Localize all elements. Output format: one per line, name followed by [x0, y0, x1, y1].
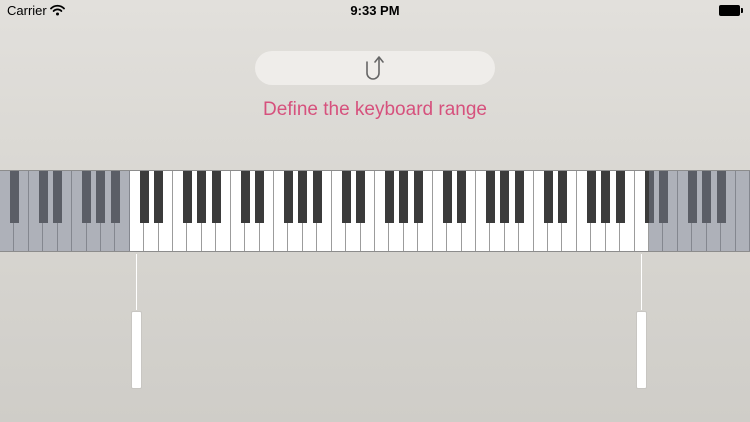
range-start-line: [136, 254, 137, 310]
unselected-range-right: [649, 170, 750, 252]
black-key[interactable]: [586, 170, 596, 223]
black-key[interactable]: [485, 170, 495, 223]
piano-keyboard[interactable]: [0, 170, 750, 252]
undo-button[interactable]: [255, 51, 495, 85]
instruction-text: Define the keyboard range: [263, 99, 487, 120]
black-key[interactable]: [139, 170, 149, 223]
keyboard-bottom-border: [0, 251, 750, 252]
black-key[interactable]: [211, 170, 221, 223]
black-key[interactable]: [399, 170, 409, 223]
black-key[interactable]: [240, 170, 250, 223]
black-key[interactable]: [341, 170, 351, 223]
black-key[interactable]: [384, 170, 394, 223]
black-key[interactable]: [457, 170, 467, 223]
range-end-line: [641, 254, 642, 310]
black-key[interactable]: [356, 170, 366, 223]
black-key[interactable]: [514, 170, 524, 223]
black-key[interactable]: [413, 170, 423, 223]
black-key[interactable]: [543, 170, 553, 223]
keyboard-top-border: [0, 170, 750, 171]
black-key[interactable]: [601, 170, 611, 223]
range-start-handle[interactable]: [131, 311, 142, 389]
undo-arrow-icon: [366, 56, 384, 80]
status-time: 9:33 PM: [350, 3, 400, 18]
black-key[interactable]: [312, 170, 322, 223]
status-bar: Carrier 9:33 PM: [0, 0, 750, 22]
unselected-range-left: [0, 170, 130, 252]
battery-icon: [719, 5, 743, 16]
black-key[interactable]: [558, 170, 567, 223]
black-key[interactable]: [197, 170, 207, 223]
black-key[interactable]: [283, 170, 293, 223]
black-key[interactable]: [298, 170, 308, 223]
black-key[interactable]: [500, 170, 510, 223]
black-key[interactable]: [255, 170, 265, 223]
black-key[interactable]: [442, 170, 452, 223]
black-key[interactable]: [183, 170, 192, 223]
black-key[interactable]: [154, 170, 164, 223]
range-end-handle[interactable]: [636, 311, 647, 389]
black-key[interactable]: [615, 170, 625, 223]
